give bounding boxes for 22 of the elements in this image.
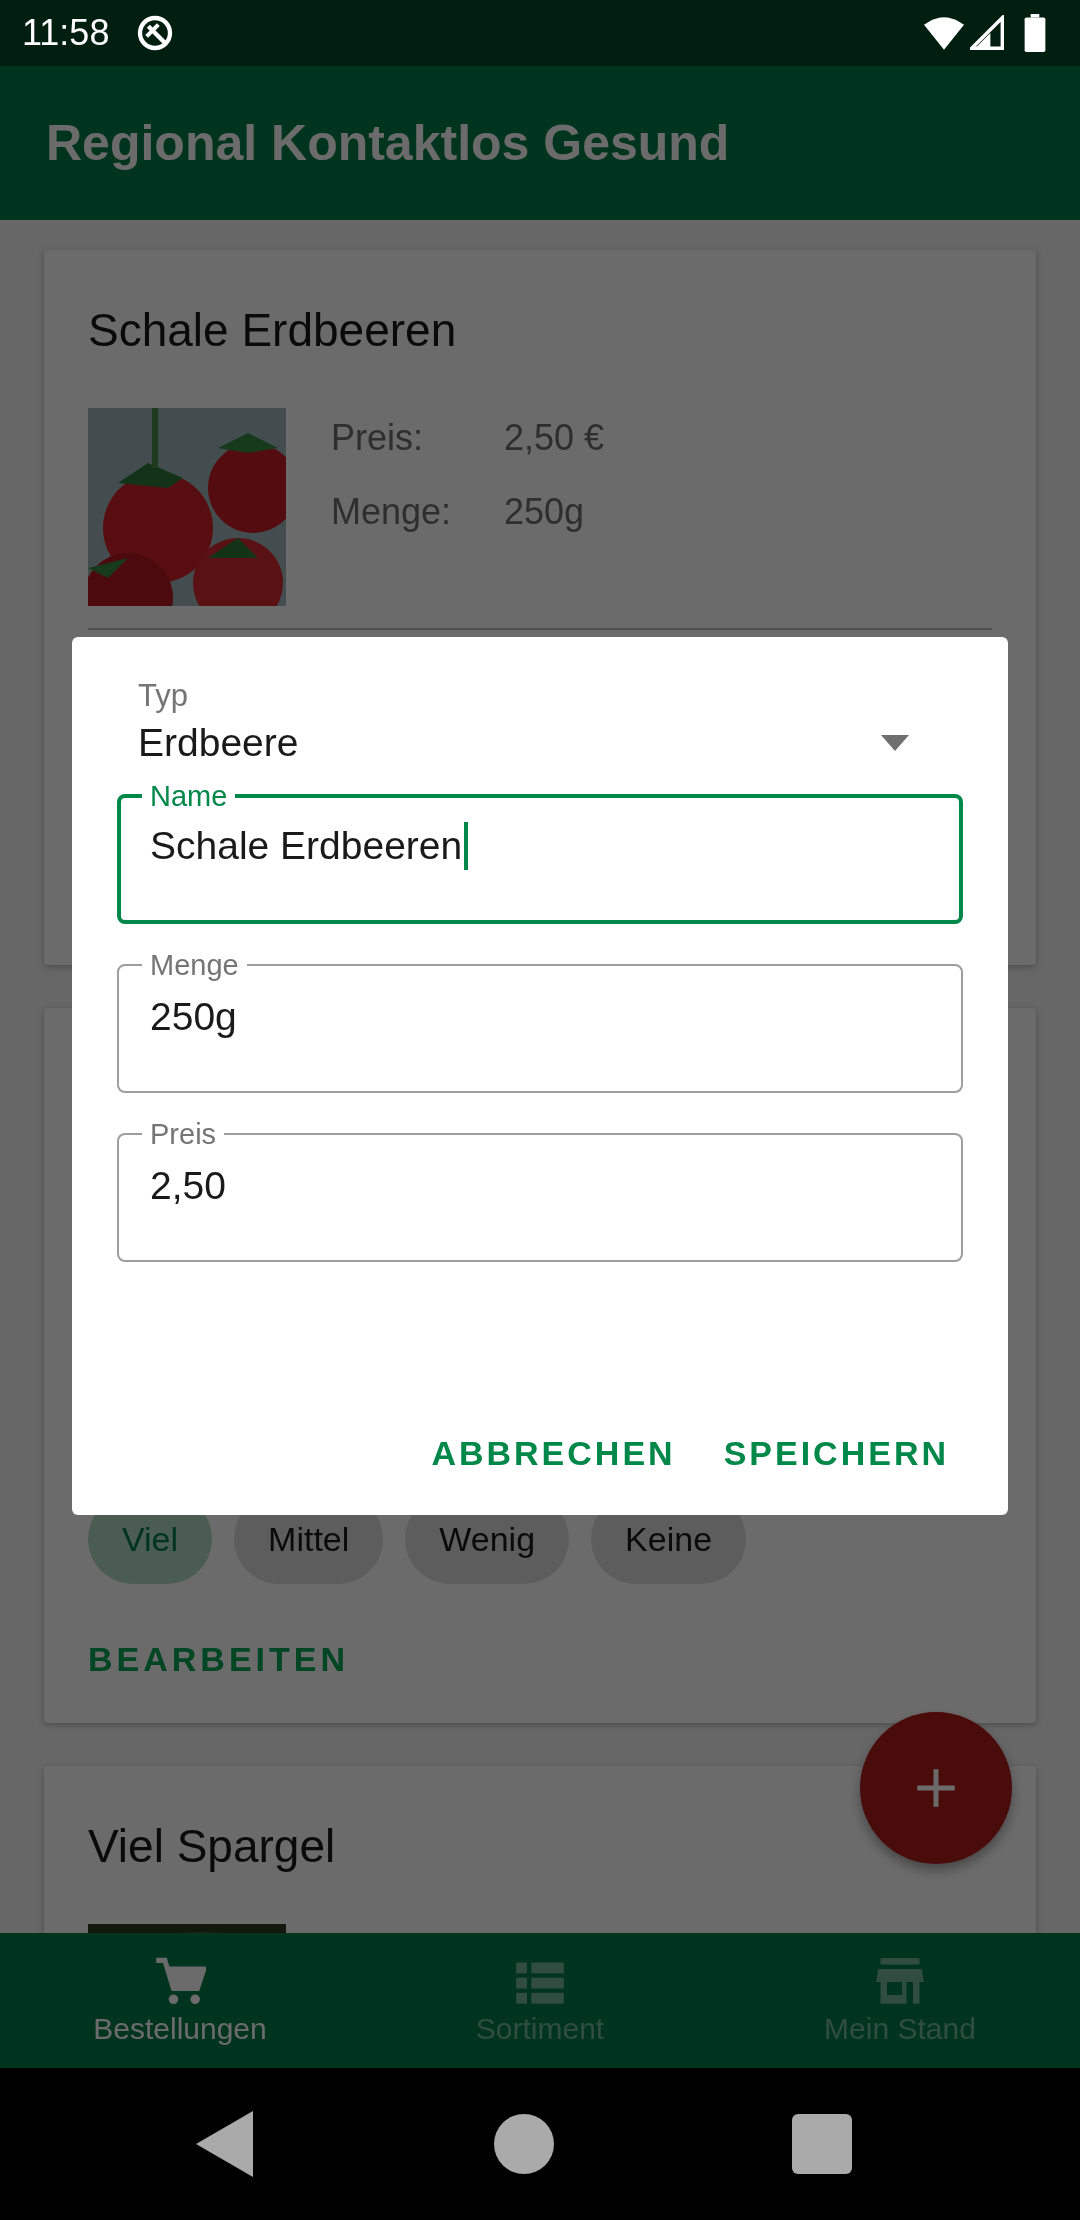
app-title: Regional Kontaktlos Gesund: [46, 114, 730, 172]
type-dropdown[interactable]: Erdbeere: [138, 715, 963, 771]
field-label: Typ: [138, 677, 189, 715]
wifi-icon: [924, 15, 964, 51]
dialog-button[interactable]: SPEICHERN: [709, 1424, 963, 1483]
back-icon[interactable]: [196, 2111, 256, 2177]
detail-value: 2,50 €: [504, 416, 605, 460]
signal-icon: [970, 15, 1004, 51]
dialog-button[interactable]: ABBRECHEN: [417, 1424, 690, 1483]
edit-button[interactable]: BEARBEITEN: [88, 1632, 350, 1687]
dropdown-caret-icon: [881, 735, 909, 751]
product-title: Schale Erdbeeren: [88, 303, 458, 358]
clock-time: 11:58: [22, 12, 110, 54]
detail-label: Preis:: [331, 416, 425, 460]
text-field[interactable]: Preis 2,50: [117, 1119, 963, 1262]
text-cursor: [464, 822, 469, 870]
battery-icon: [1024, 14, 1046, 52]
product-title: Viel Spargel: [88, 1819, 337, 1874]
nav-tab[interactable]: Bestellungen: [0, 1933, 360, 2068]
detail-value: 250g: [504, 490, 585, 534]
detail-label: Menge:: [331, 490, 453, 534]
home-icon[interactable]: [494, 2114, 554, 2174]
